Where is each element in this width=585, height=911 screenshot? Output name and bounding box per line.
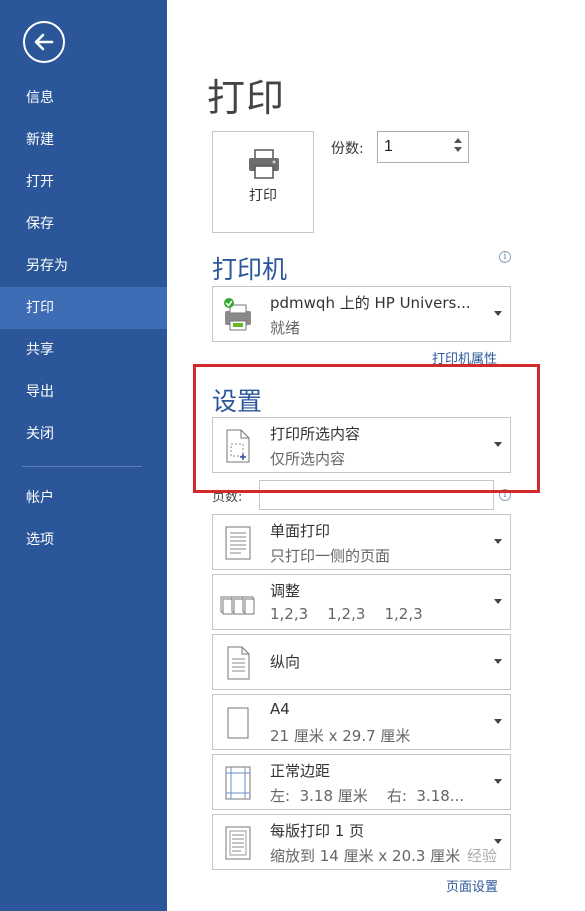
margins-label: 正常边距 [270,762,331,780]
printer-icon [249,149,279,179]
nav-save-as[interactable]: 另存为 [0,245,167,287]
print-button-label: 打印 [249,188,277,204]
nav-account[interactable]: 帐户 [0,477,167,519]
portrait-icon [227,646,250,680]
pages-per-sheet-icon [225,826,251,860]
orientation-label: 纵向 [270,653,301,671]
highlight-annotation-box [193,364,540,493]
collate-dropdown[interactable]: 调整 1,2,3 1,2,3 1,2,3 [212,574,511,630]
print-button[interactable]: 打印 [212,131,314,233]
spin-up-icon[interactable] [454,138,462,143]
nav-divider [22,466,142,467]
pages-per-sheet-sub: 缩放到 14 厘米 x 20.3 厘米 [270,847,461,865]
margins-sub: 左: 3.18 厘米 右: 3.18... [270,787,465,805]
chevron-down-icon [494,599,502,604]
back-arrow-icon [34,33,54,51]
collate-sub: 1,2,3 1,2,3 1,2,3 [270,605,423,623]
copies-label: 份数: [331,141,364,157]
watermark-text: 经验 [467,847,498,865]
printer-ready-icon [224,298,251,331]
copies-spin-buttons[interactable] [450,134,466,160]
printer-status: 就绪 [270,319,301,337]
pages-per-sheet-label: 每版打印 1 页 [270,822,365,840]
printer-name: pdmwqh 上的 HP Univers... [270,294,471,312]
nav-print[interactable]: 打印 [0,287,167,329]
copies-stepper[interactable] [377,131,469,163]
nav-share[interactable]: 共享 [0,329,167,371]
copies-input[interactable] [384,137,444,157]
margins-dropdown[interactable]: 正常边距 左: 3.18 厘米 右: 3.18... [212,754,511,810]
paper-size-sub: 21 厘米 x 29.7 厘米 [270,727,411,745]
paper-size-dropdown[interactable]: A4 21 厘米 x 29.7 厘米 [212,694,511,750]
orientation-dropdown[interactable]: 纵向 [212,634,511,690]
nav-export[interactable]: 导出 [0,371,167,413]
printer-info-icon[interactable]: i [499,251,511,263]
nav-save[interactable]: 保存 [0,203,167,245]
sides-dropdown[interactable]: 单面打印 只打印一侧的页面 [212,514,511,570]
chevron-down-icon [494,779,502,784]
page-title: 打印 [207,76,286,120]
spin-down-icon[interactable] [454,147,462,152]
nav-new[interactable]: 新建 [0,119,167,161]
margins-icon [225,766,251,800]
chevron-down-icon [494,311,502,316]
nav-close[interactable]: 关闭 [0,413,167,455]
page-setup-link[interactable]: 页面设置 [446,876,498,895]
collate-label: 调整 [270,582,301,600]
nav-info[interactable]: 信息 [0,77,167,119]
collate-icon [220,596,255,615]
printer-dropdown[interactable]: pdmwqh 上的 HP Univers... 就绪 [212,286,511,342]
back-button[interactable] [23,21,65,63]
sides-sub: 只打印一侧的页面 [270,547,391,565]
nav-open[interactable]: 打开 [0,161,167,203]
paper-size-icon [227,707,249,739]
one-sided-icon [225,526,251,560]
chevron-down-icon [494,719,502,724]
backstage-sidebar: 信息 新建 打开 保存 另存为 打印 共享 导出 关闭 帐户 选项 [0,0,167,911]
nav-options[interactable]: 选项 [0,519,167,561]
chevron-down-icon [494,539,502,544]
chevron-down-icon [494,839,502,844]
paper-size-label: A4 [270,700,290,718]
chevron-down-icon [494,659,502,664]
printer-section-title: 打印机 [212,255,288,284]
sides-label: 单面打印 [270,522,331,540]
